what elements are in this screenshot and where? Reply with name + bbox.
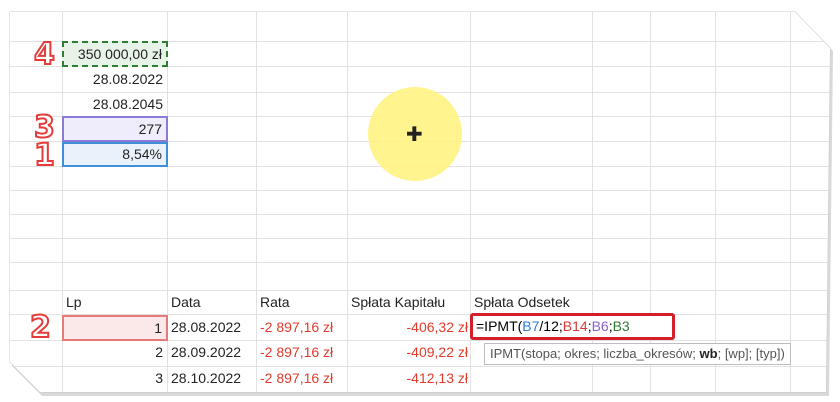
formula-part: /12; <box>539 318 563 334</box>
cell-rata-2[interactable]: -2 897,16 zł <box>256 341 347 364</box>
tooltip-post: ; [wp]; [typ]) <box>717 346 785 361</box>
cell-rate[interactable]: 8,54% <box>62 142 168 167</box>
cell-data-3[interactable]: 28.10.2022 <box>167 367 256 390</box>
cell-data-2[interactable]: 28.09.2022 <box>167 341 256 364</box>
cell-kapital-3[interactable]: -412,13 zł <box>347 367 470 390</box>
marker-4: 4 <box>33 37 56 72</box>
tooltip-bold-arg: wb <box>699 346 718 361</box>
cell-lp-3[interactable]: 3 <box>62 367 167 390</box>
cell-start-date[interactable]: 28.08.2022 <box>62 68 167 91</box>
formula-prefix: =IPMT( <box>476 318 523 334</box>
cell-amount[interactable]: 350 000,00 zł <box>62 41 168 67</box>
cell-lp-1[interactable]: 1 <box>62 315 168 341</box>
marker-1: 1 <box>33 138 56 173</box>
cell-kapital-1[interactable]: -406,32 zł <box>347 316 470 339</box>
header-rata[interactable]: Rata <box>256 291 347 314</box>
header-kapital[interactable]: Spłata Kapitału <box>347 291 470 314</box>
cell-rata-1[interactable]: -2 897,16 zł <box>256 316 347 339</box>
formula-edit-cell[interactable]: =IPMT(B7/12;B14;B6;B3 <box>470 313 675 340</box>
formula-ref-b14[interactable]: B14 <box>563 318 588 334</box>
marker-2: 2 <box>29 310 52 345</box>
function-tooltip[interactable]: IPMT(stopa; okres; liczba_okresów; wb; [… <box>484 343 791 365</box>
cell-rata-3[interactable]: -2 897,16 zł <box>256 367 347 390</box>
cell-lp-2[interactable]: 2 <box>62 341 167 364</box>
spreadsheet-area: 350 000,00 zł 28.08.2022 28.08.2045 277 … <box>10 12 830 392</box>
formula-ref-b3[interactable]: B3 <box>613 318 630 334</box>
header-data[interactable]: Data <box>167 291 256 314</box>
formula-ref-b6[interactable]: B6 <box>592 318 609 334</box>
cell-select-cross-icon: ✚ <box>406 122 423 146</box>
cell-periods[interactable]: 277 <box>62 116 168 142</box>
header-odsetki[interactable]: Spłata Odsetek <box>470 291 592 314</box>
cell-data-1[interactable]: 28.08.2022 <box>167 316 256 339</box>
cell-kapital-2[interactable]: -409,22 zł <box>347 341 470 364</box>
formula-ref-b7[interactable]: B7 <box>522 318 539 334</box>
cell-end-date[interactable]: 28.08.2045 <box>62 93 167 116</box>
header-lp[interactable]: Lp <box>62 291 167 314</box>
tooltip-pre: IPMT(stopa; okres; liczba_okresów; <box>490 346 700 361</box>
